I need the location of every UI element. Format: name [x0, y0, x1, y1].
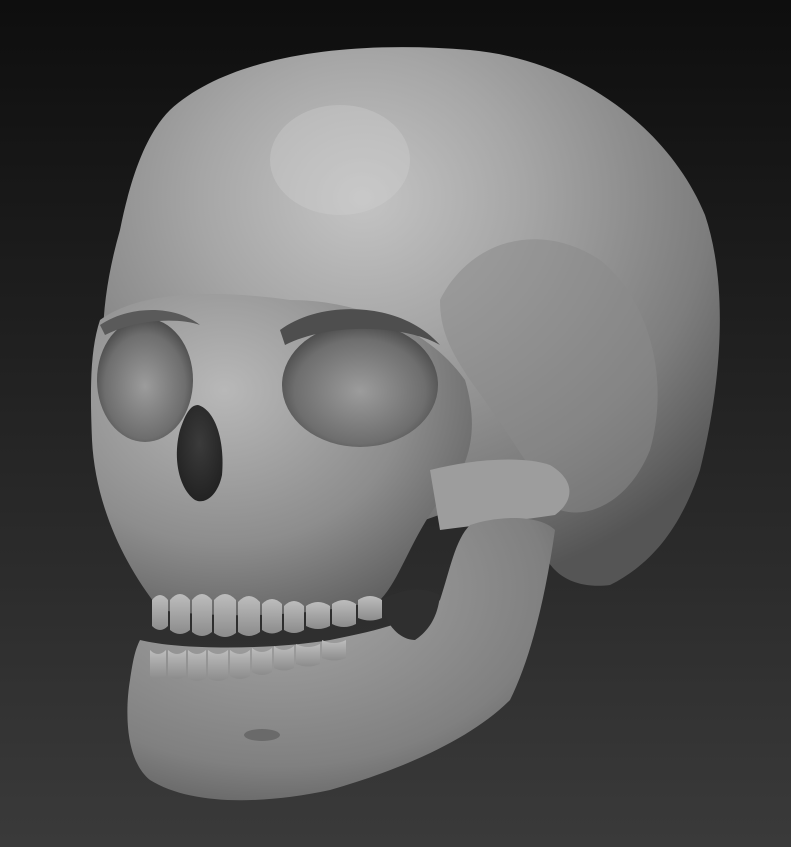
forehead-highlight — [270, 105, 410, 215]
viewport[interactable] — [0, 0, 791, 847]
orbit-left — [97, 318, 193, 442]
scene-canvas[interactable] — [0, 0, 791, 847]
orbit-right — [282, 323, 438, 447]
mental-foramen — [244, 729, 280, 741]
